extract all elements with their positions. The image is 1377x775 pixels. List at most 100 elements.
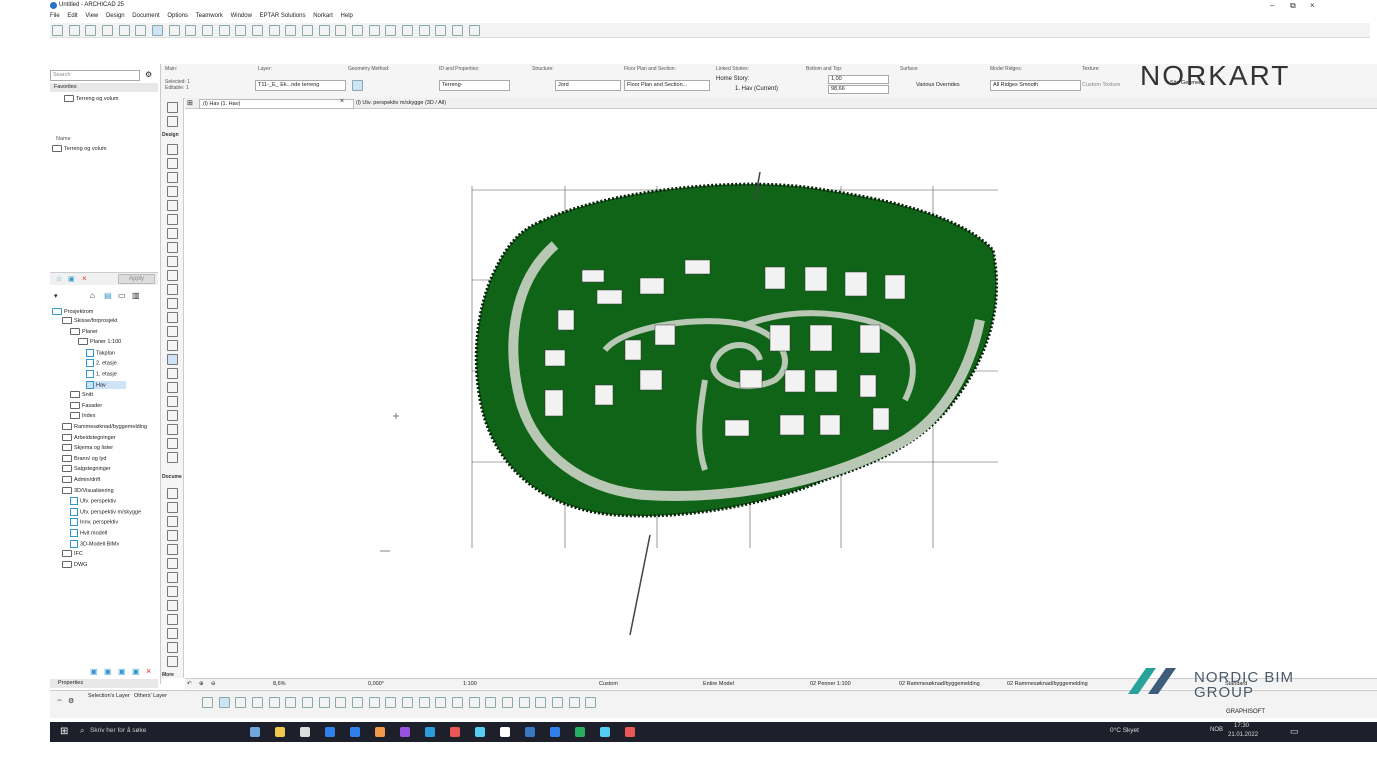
tree-item[interactable]: Rammesøknad/byggemelding (62, 423, 147, 430)
close-icon[interactable]: × (1310, 1, 1315, 10)
building-icon[interactable] (235, 697, 247, 708)
tree-item[interactable]: 1. etasje (86, 370, 117, 378)
fill-tool-icon[interactable] (167, 600, 178, 611)
structure-dropdown[interactable]: Jord (555, 80, 621, 91)
top-offset-field[interactable]: 1,00 (828, 75, 889, 84)
wall-tool-icon[interactable] (167, 144, 178, 155)
layout-book-icon[interactable]: ▭ (118, 291, 126, 300)
toolbox-more-header[interactable]: More (162, 672, 174, 678)
light-tool-icon[interactable] (167, 410, 178, 421)
drawing-canvas[interactable] (185, 110, 1377, 678)
rotate-icon[interactable] (368, 25, 380, 36)
view-map-icon[interactable]: ▤ (104, 291, 112, 300)
graphic-override[interactable]: 02 Rammesøknad/byggemelding (899, 681, 980, 687)
info-icon[interactable] (202, 697, 213, 708)
explode-icon[interactable] (435, 25, 447, 36)
mirror-icon[interactable] (385, 25, 397, 36)
weather-status[interactable]: 0°C Skyet (1110, 727, 1139, 734)
teams-icon[interactable] (400, 727, 410, 737)
menu-window[interactable]: Window (231, 13, 252, 19)
split-icon[interactable] (418, 25, 430, 36)
search-input[interactable]: Search (50, 70, 140, 81)
pen-icon[interactable] (285, 25, 297, 36)
menu-design[interactable]: Design (106, 13, 125, 19)
windows-start-icon[interactable]: ⊞ (60, 726, 68, 737)
notification-icon[interactable]: ▭ (1290, 726, 1299, 737)
column-tool-icon[interactable] (167, 158, 178, 169)
tree-item[interactable]: Utv. perspektiv m/skygge (70, 507, 141, 516)
menu-help[interactable]: Help (341, 13, 353, 19)
tree-item[interactable]: 2. etasje (86, 359, 117, 368)
publish-icon[interactable] (402, 697, 414, 708)
toolbox-document-header[interactable]: Docume (162, 474, 182, 480)
door-tool-icon[interactable] (167, 200, 178, 211)
elevation-marker-icon[interactable] (285, 697, 297, 708)
publisher-icon[interactable]: ▥ (132, 291, 140, 300)
app-white-icon[interactable] (500, 727, 510, 737)
line-tool-icon[interactable] (167, 614, 178, 625)
roof-tool-icon[interactable] (167, 270, 178, 281)
taskbar-search-icon[interactable]: ⌕ (80, 726, 84, 736)
navigator-menu-icon[interactable]: ▾ (54, 292, 58, 300)
measure-icon[interactable] (335, 25, 347, 36)
railing-tool-icon[interactable] (167, 256, 178, 267)
taskbar-search-input[interactable]: Skriv her for å søke (90, 727, 146, 734)
favorites-item[interactable]: Terreng og volum (64, 95, 119, 102)
app-cyan-icon[interactable] (600, 727, 610, 737)
language-indicator[interactable]: NOB (1210, 727, 1223, 733)
window-tool-icon[interactable] (167, 186, 178, 197)
ifc-icon[interactable] (502, 697, 514, 708)
tree-item[interactable]: 3D-Modell BIMx (70, 539, 119, 548)
model-ridges-dropdown[interactable]: All Ridges Smooth (990, 80, 1081, 91)
energy-icon[interactable] (552, 697, 564, 708)
add-view-icon[interactable]: ☆ (56, 275, 62, 283)
excel-icon[interactable] (575, 727, 585, 737)
tree-item[interactable]: Hav (86, 380, 126, 389)
menu-norkart[interactable]: Norkart (313, 13, 333, 19)
file-explorer-icon[interactable] (275, 727, 285, 737)
restore-icon[interactable]: ⧉ (1290, 1, 1296, 11)
app-red-icon[interactable] (450, 727, 460, 737)
tree-item[interactable]: Hvit modell (70, 529, 107, 537)
menu-eptar[interactable]: EPTAR Solutions (260, 13, 306, 19)
favorites-list-item[interactable]: Terreng og volum (52, 145, 107, 152)
clock-time[interactable]: 17:30 (1234, 723, 1249, 729)
surface-dropdown[interactable]: Various Overrides (916, 82, 960, 88)
tree-item[interactable]: Planer 1:100 (78, 338, 121, 346)
tree-item[interactable]: Admin/drift (62, 476, 100, 483)
menu-file[interactable]: File (50, 13, 60, 19)
spline-tool-icon[interactable] (167, 656, 178, 667)
view-icon[interactable] (218, 697, 230, 708)
bimcloud-icon[interactable] (435, 697, 447, 708)
tree-item[interactable]: Planer (70, 327, 98, 335)
layer-combination[interactable]: Custom (599, 681, 618, 687)
section-marker-icon[interactable] (268, 697, 280, 708)
morph-tool-icon[interactable] (167, 326, 178, 337)
markup-icon[interactable] (485, 697, 497, 708)
tab-grid-icon[interactable]: ⊞ (187, 99, 193, 107)
tab-floor-plan[interactable]: (l) Hav (1. Hav) (199, 99, 354, 109)
pointer-tool-icon[interactable] (152, 25, 164, 36)
tree-item[interactable]: IFC (62, 550, 83, 558)
marquee-tool-icon[interactable] (167, 116, 178, 127)
remove-view-icon[interactable]: × (146, 666, 151, 676)
model-view-option[interactable]: Entire Model (703, 681, 734, 687)
clock-date[interactable]: 21.01.2022 (1228, 732, 1258, 738)
app-blue-icon[interactable] (475, 727, 485, 737)
clone-view-icon[interactable]: ▣ (104, 667, 112, 676)
tree-item[interactable]: Index (70, 412, 95, 420)
offset-icon[interactable] (352, 25, 364, 36)
undo-icon[interactable] (118, 25, 130, 36)
beam-tool-icon[interactable] (167, 172, 178, 183)
snap-icon[interactable] (185, 25, 197, 36)
outlook-icon[interactable] (425, 727, 435, 737)
zone-tool-icon[interactable] (167, 368, 178, 379)
renovation-filter[interactable]: 02 Rammesøknad/byggemelding (1007, 681, 1088, 687)
skylight-tool-icon[interactable] (167, 298, 178, 309)
edge-beta-icon[interactable] (350, 727, 360, 737)
favorites-header[interactable]: Favorites (50, 83, 158, 92)
tree-item[interactable]: Innv. perspektiv (70, 518, 118, 527)
section-icon[interactable] (235, 25, 247, 36)
elevation-icon[interactable] (252, 25, 264, 36)
object-tool-icon[interactable] (167, 214, 178, 225)
